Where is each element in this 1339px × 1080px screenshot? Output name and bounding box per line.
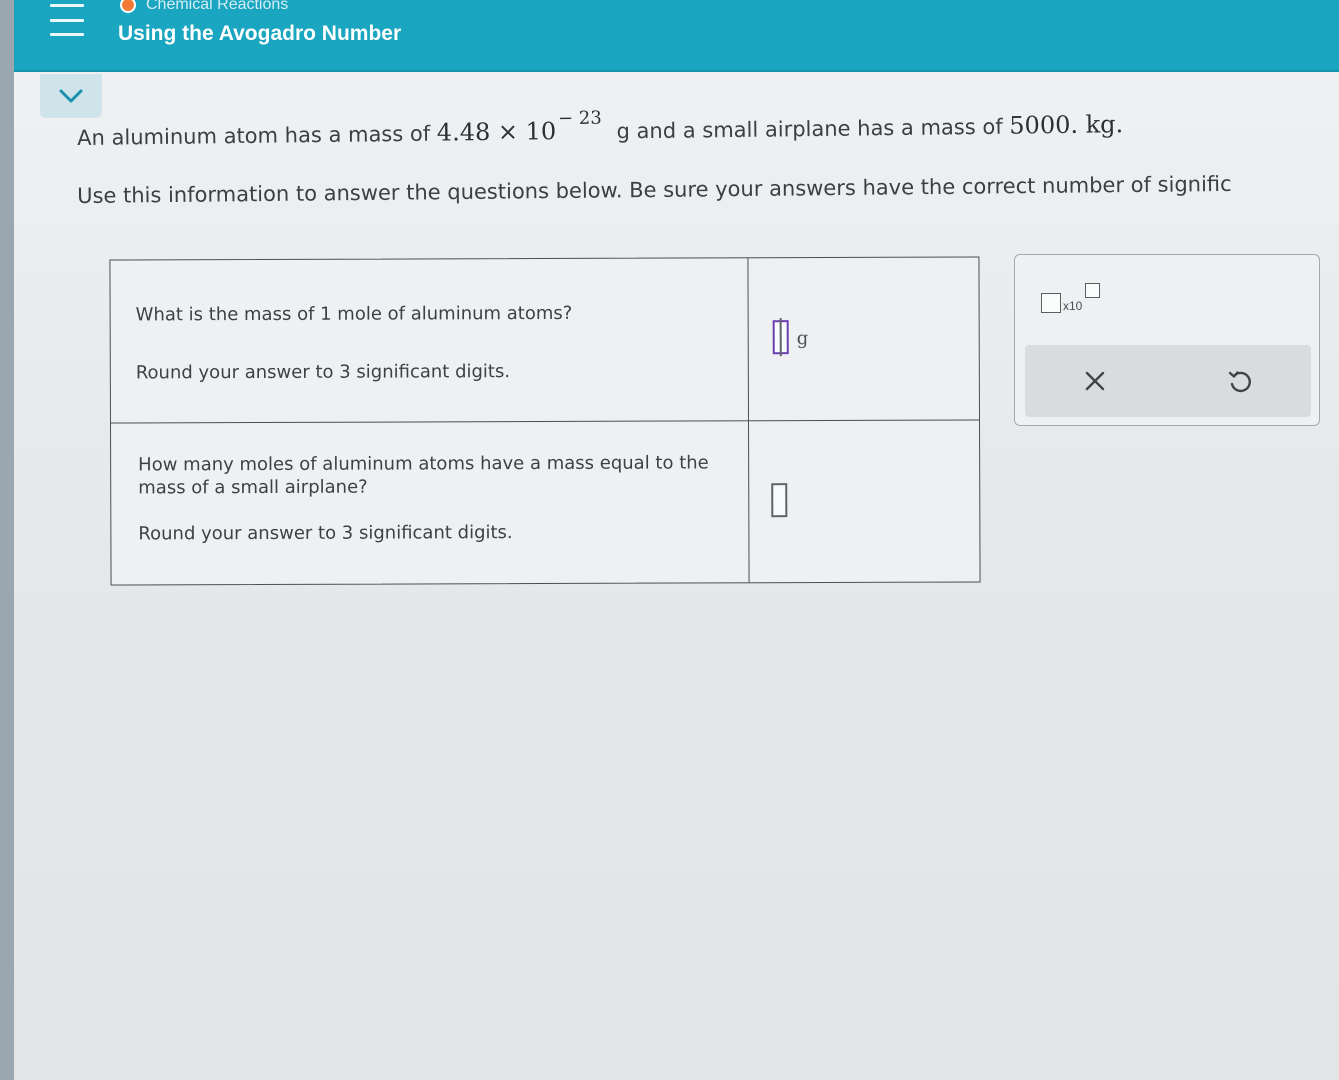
sci-base-box-icon (1041, 293, 1061, 313)
answer-input-mass[interactable] (772, 320, 789, 355)
atom-mass: 4.48 × 10− 23 (436, 108, 602, 147)
rounding-instruction: Round your answer to 3 significant digit… (138, 522, 513, 545)
undo-button[interactable] (1219, 361, 1259, 401)
collapse-toggle-button[interactable] (40, 74, 102, 118)
stem-text-middle: g and a small airplane has a mass of (616, 114, 1003, 144)
chevron-down-icon (59, 89, 83, 103)
toolbox-action-bar (1025, 345, 1311, 417)
question-cell: How many moles of aluminum atoms have a … (111, 420, 750, 585)
left-edge-strip (0, 0, 14, 1080)
answer-cell (749, 419, 982, 582)
atom-mass-mantissa: 4.48 × 10 (436, 117, 557, 147)
close-icon (1085, 371, 1105, 391)
topic-status-dot-icon (120, 0, 136, 13)
topic-breadcrumb: Chemical Reactions (120, 0, 288, 16)
table-row: How many moles of aluminum atoms have a … (111, 419, 982, 585)
stem-text-before: An aluminum atom has a mass of (77, 121, 431, 150)
answer-cell: g (748, 257, 981, 420)
question-prompt: How many moles of aluminum atoms have a … (138, 452, 709, 499)
sci-exponent-box-icon (1085, 283, 1100, 298)
undo-icon (1228, 371, 1251, 393)
atom-mass-exponent: − 23 (557, 107, 602, 130)
lesson-title: Using the Avogadro Number (118, 22, 402, 45)
math-toolbox: x10 (1014, 254, 1320, 426)
airplane-mass: 5000. kg. (1009, 110, 1124, 140)
question-cell: What is the mass of 1 mole of aluminum a… (110, 258, 749, 423)
topic-label: Chemical Reactions (146, 0, 289, 13)
question-table: What is the mass of 1 mole of aluminum a… (109, 256, 982, 586)
unit-label: g (796, 328, 809, 350)
answer-input-moles[interactable] (771, 483, 788, 518)
clear-button[interactable] (1075, 361, 1115, 401)
hamburger-menu-icon[interactable] (50, 4, 84, 36)
sci-notation-label: x10 (1063, 299, 1083, 313)
scientific-notation-button[interactable]: x10 (1041, 281, 1105, 317)
question-prompt: What is the mass of 1 mole of aluminum a… (135, 302, 573, 326)
rounding-instruction: Round your answer to 3 significant digit… (135, 361, 511, 384)
table-row: What is the mass of 1 mole of aluminum a… (110, 257, 981, 424)
